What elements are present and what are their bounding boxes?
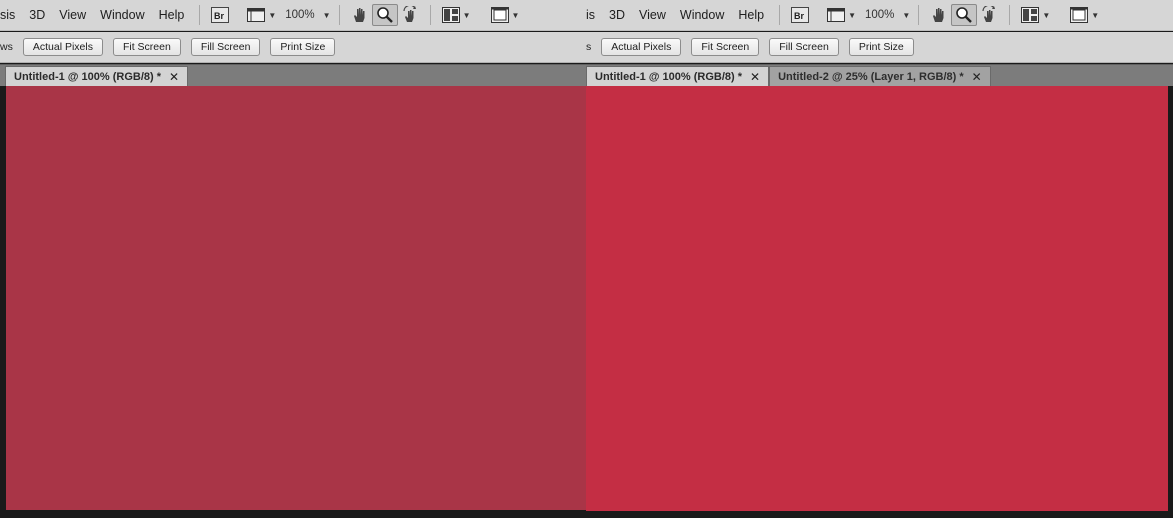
chevron-down-icon[interactable]: ▼ xyxy=(902,11,910,20)
chevron-down-icon: ▼ xyxy=(268,10,277,20)
options-lead-text: ws xyxy=(0,41,13,53)
chevron-down-icon: ▼ xyxy=(462,10,471,20)
actual-pixels-button[interactable]: Actual Pixels xyxy=(601,38,682,56)
view-extras-icon xyxy=(247,8,266,22)
document-tab-bar: Untitled-1 @ 100% (RGB/8) * ✕ xyxy=(0,64,586,86)
chevron-down-icon[interactable]: ▼ xyxy=(323,11,331,20)
application-bar: is 3D View Window Help Br ▼ 100% ▼ ▼ ▼ xyxy=(586,0,1173,31)
document-tab[interactable]: Untitled-1 @ 100% (RGB/8) * ✕ xyxy=(586,66,770,86)
bridge-button[interactable]: Br xyxy=(208,4,232,26)
arrange-documents-button[interactable]: ▼ xyxy=(439,4,474,26)
separator xyxy=(1009,5,1011,25)
arrange-icon xyxy=(441,7,460,23)
actual-pixels-button[interactable]: Actual Pixels xyxy=(22,38,103,56)
document-tab[interactable]: Untitled-2 @ 25% (Layer 1, RGB/8) * ✕ xyxy=(769,66,991,86)
zoom-tool-button[interactable] xyxy=(951,4,978,26)
menu-window[interactable]: Window xyxy=(93,8,151,22)
chevron-down-icon: ▼ xyxy=(511,10,520,20)
bridge-button[interactable]: Br xyxy=(788,4,812,26)
document-canvas[interactable] xyxy=(586,86,1168,511)
separator xyxy=(429,5,431,25)
print-size-button[interactable]: Print Size xyxy=(848,38,914,56)
menu-help[interactable]: Help xyxy=(731,8,771,22)
hand-icon xyxy=(353,8,365,22)
menu-analysis[interactable]: is xyxy=(586,8,602,22)
rotate-view-button[interactable] xyxy=(398,4,422,26)
options-bar: ws Actual Pixels Fit Screen Fill Screen … xyxy=(0,32,586,63)
hand-tool-button[interactable] xyxy=(348,4,372,26)
screen-mode-icon xyxy=(1070,7,1089,23)
zoom-tool-button[interactable] xyxy=(371,4,398,26)
close-icon[interactable]: ✕ xyxy=(169,70,179,84)
left-window: sis 3D View Window Help Br ▼ 100% ▼ ▼ ▼ … xyxy=(0,0,586,518)
chevron-down-icon: ▼ xyxy=(848,10,856,20)
menu-analysis[interactable]: sis xyxy=(0,8,22,22)
fit-screen-button[interactable]: Fit Screen xyxy=(112,38,181,56)
arrange-documents-button[interactable]: ▼ xyxy=(1018,4,1053,26)
view-extras-icon xyxy=(827,8,846,22)
screen-mode-button[interactable]: ▼ xyxy=(1067,4,1102,26)
document-tab-label: Untitled-1 @ 100% (RGB/8) * xyxy=(595,70,743,83)
bridge-icon: Br xyxy=(791,7,810,23)
menu-view[interactable]: View xyxy=(632,8,673,22)
view-extras-button[interactable]: ▼ xyxy=(244,4,279,26)
rotate-hand-icon xyxy=(402,6,416,22)
menu-3d[interactable]: 3D xyxy=(22,8,52,22)
document-canvas[interactable] xyxy=(6,86,586,510)
document-tab-label: Untitled-1 @ 100% (RGB/8) * xyxy=(14,70,162,83)
right-window: is 3D View Window Help Br ▼ 100% ▼ ▼ ▼ s… xyxy=(586,0,1173,518)
close-icon[interactable]: ✕ xyxy=(972,70,982,84)
fill-screen-button[interactable]: Fill Screen xyxy=(190,38,261,56)
svg-text:Br: Br xyxy=(214,11,224,21)
separator xyxy=(338,5,340,25)
menu-window[interactable]: Window xyxy=(673,8,731,22)
menu-view[interactable]: View xyxy=(52,8,93,22)
arrange-icon xyxy=(1021,7,1040,23)
rotate-hand-icon xyxy=(982,6,996,22)
close-icon[interactable]: ✕ xyxy=(750,70,760,84)
svg-text:Br: Br xyxy=(794,11,804,21)
options-lead-text: s xyxy=(586,41,592,53)
fit-screen-button[interactable]: Fit Screen xyxy=(691,38,760,56)
zoom-level[interactable]: 100% xyxy=(285,9,314,21)
chevron-down-icon: ▼ xyxy=(1091,10,1100,20)
screen-mode-icon xyxy=(490,7,509,23)
separator xyxy=(918,5,920,25)
screen-mode-button[interactable]: ▼ xyxy=(488,4,523,26)
magnifier-icon xyxy=(376,7,393,23)
bridge-icon: Br xyxy=(211,7,230,23)
chevron-down-icon: ▼ xyxy=(1042,10,1051,20)
application-bar: sis 3D View Window Help Br ▼ 100% ▼ ▼ ▼ xyxy=(0,0,586,31)
zoom-level[interactable]: 100% xyxy=(865,9,894,21)
fill-screen-button[interactable]: Fill Screen xyxy=(769,38,839,56)
document-tab-label: Untitled-2 @ 25% (Layer 1, RGB/8) * xyxy=(778,70,964,83)
rotate-view-button[interactable] xyxy=(977,4,1001,26)
menu-help[interactable]: Help xyxy=(152,8,192,22)
print-size-button[interactable]: Print Size xyxy=(270,38,336,56)
hand-icon xyxy=(933,8,944,22)
document-tab-bar: Untitled-1 @ 100% (RGB/8) * ✕ Untitled-2… xyxy=(586,64,1173,86)
hand-tool-button[interactable] xyxy=(927,4,951,26)
options-bar: s Actual Pixels Fit Screen Fill Screen P… xyxy=(586,32,1173,63)
separator xyxy=(779,5,781,25)
separator xyxy=(199,5,201,25)
view-extras-button[interactable]: ▼ xyxy=(824,4,859,26)
menu-3d[interactable]: 3D xyxy=(602,8,632,22)
magnifier-icon xyxy=(956,7,973,23)
document-tab[interactable]: Untitled-1 @ 100% (RGB/8) * ✕ xyxy=(5,66,189,86)
